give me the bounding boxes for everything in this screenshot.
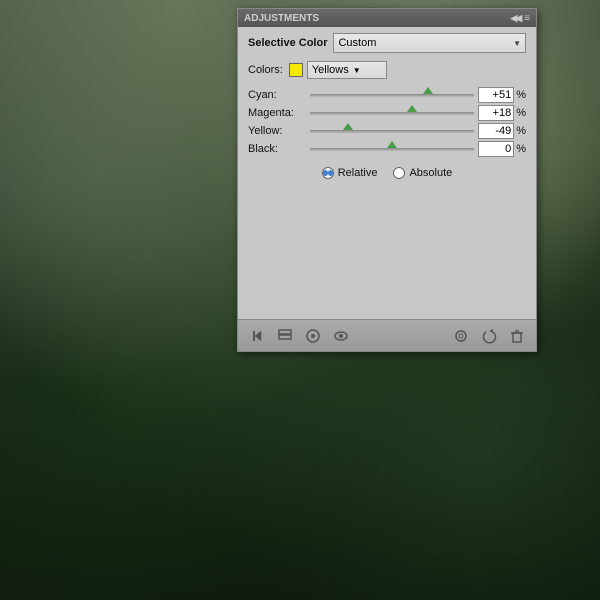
toolbar-back-btn[interactable] bbox=[246, 325, 268, 347]
menu-icon[interactable]: ≡ bbox=[524, 13, 530, 24]
yellow-pct: % bbox=[516, 125, 526, 137]
header-row: Selective Color Custom ▼ bbox=[248, 33, 526, 53]
slider-section: Cyan: +51 % Magenta: bbox=[248, 87, 526, 157]
color-swatch bbox=[289, 63, 303, 77]
cyan-row: Cyan: +51 % bbox=[248, 87, 526, 103]
magenta-pct: % bbox=[516, 107, 526, 119]
magenta-row: Magenta: +18 % bbox=[248, 105, 526, 121]
yellow-slider[interactable] bbox=[310, 124, 474, 138]
yellow-label: Yellow: bbox=[248, 125, 306, 137]
yellow-row: Yellow: -49 % bbox=[248, 123, 526, 139]
toolbar-left bbox=[246, 325, 352, 347]
preset-value: Custom bbox=[338, 37, 376, 49]
preset-dropdown[interactable]: Custom ▼ bbox=[333, 33, 526, 53]
eye-icon bbox=[333, 328, 349, 344]
black-row: Black: 0 % bbox=[248, 141, 526, 157]
cyan-slider[interactable] bbox=[310, 88, 474, 102]
selective-color-label: Selective Color bbox=[248, 37, 327, 49]
black-value[interactable]: 0 bbox=[478, 141, 514, 157]
yellow-thumb[interactable] bbox=[343, 123, 353, 130]
magenta-value[interactable]: +18 bbox=[478, 105, 514, 121]
back-icon bbox=[249, 328, 265, 344]
colors-row: Colors: Yellows ▼ bbox=[248, 61, 526, 79]
toolbar-trash-btn[interactable] bbox=[506, 325, 528, 347]
circle-icon bbox=[305, 328, 321, 344]
cyan-pct: % bbox=[516, 89, 526, 101]
cyan-value[interactable]: +51 bbox=[478, 87, 514, 103]
cyan-label: Cyan: bbox=[248, 89, 306, 101]
toolbar-layers-btn[interactable] bbox=[274, 325, 296, 347]
absolute-radio[interactable] bbox=[393, 167, 405, 179]
preset-dropdown-arrow: ▼ bbox=[513, 39, 521, 48]
empty-area bbox=[248, 179, 526, 309]
yellow-track bbox=[310, 130, 474, 133]
cyan-thumb[interactable] bbox=[423, 87, 433, 94]
reset-icon bbox=[481, 328, 497, 344]
settings-icon bbox=[453, 328, 469, 344]
toolbar-reset-btn[interactable] bbox=[478, 325, 500, 347]
absolute-label: Absolute bbox=[409, 167, 452, 179]
absolute-option[interactable]: Absolute bbox=[393, 167, 452, 179]
toolbar-circle-btn[interactable] bbox=[302, 325, 324, 347]
toolbar-eye-btn[interactable] bbox=[330, 325, 352, 347]
black-label: Black: bbox=[248, 143, 306, 155]
magenta-track bbox=[310, 112, 474, 115]
relative-label: Relative bbox=[338, 167, 378, 179]
trash-icon bbox=[509, 328, 525, 344]
layers-icon bbox=[277, 328, 293, 344]
title-controls: ◀◀ ≡ bbox=[510, 13, 530, 24]
color-dropdown[interactable]: Yellows ▼ bbox=[307, 61, 387, 79]
colors-label: Colors: bbox=[248, 64, 283, 76]
relative-option[interactable]: Relative bbox=[322, 167, 378, 179]
panel-content: Selective Color Custom ▼ Colors: Yellows… bbox=[238, 27, 536, 319]
black-track bbox=[310, 148, 474, 151]
color-dropdown-arrow: ▼ bbox=[353, 66, 361, 75]
panel-title: ADJUSTMENTS bbox=[244, 13, 319, 24]
toolbar-right bbox=[450, 325, 528, 347]
color-name: Yellows bbox=[312, 64, 349, 76]
adjustments-panel: ADJUSTMENTS ◀◀ ≡ Selective Color Custom … bbox=[237, 8, 537, 352]
black-slider[interactable] bbox=[310, 142, 474, 156]
radio-row: Relative Absolute bbox=[248, 167, 526, 179]
magenta-thumb[interactable] bbox=[407, 105, 417, 112]
cyan-track bbox=[310, 94, 474, 97]
toolbar-settings-btn[interactable] bbox=[450, 325, 472, 347]
relative-radio[interactable] bbox=[322, 167, 334, 179]
yellow-value[interactable]: -49 bbox=[478, 123, 514, 139]
magenta-slider[interactable] bbox=[310, 106, 474, 120]
panel-titlebar: ADJUSTMENTS ◀◀ ≡ bbox=[238, 9, 536, 27]
black-thumb[interactable] bbox=[387, 141, 397, 148]
collapse-icon[interactable]: ◀◀ bbox=[510, 13, 520, 24]
black-pct: % bbox=[516, 143, 526, 155]
panel-toolbar bbox=[238, 319, 536, 351]
magenta-label: Magenta: bbox=[248, 107, 306, 119]
